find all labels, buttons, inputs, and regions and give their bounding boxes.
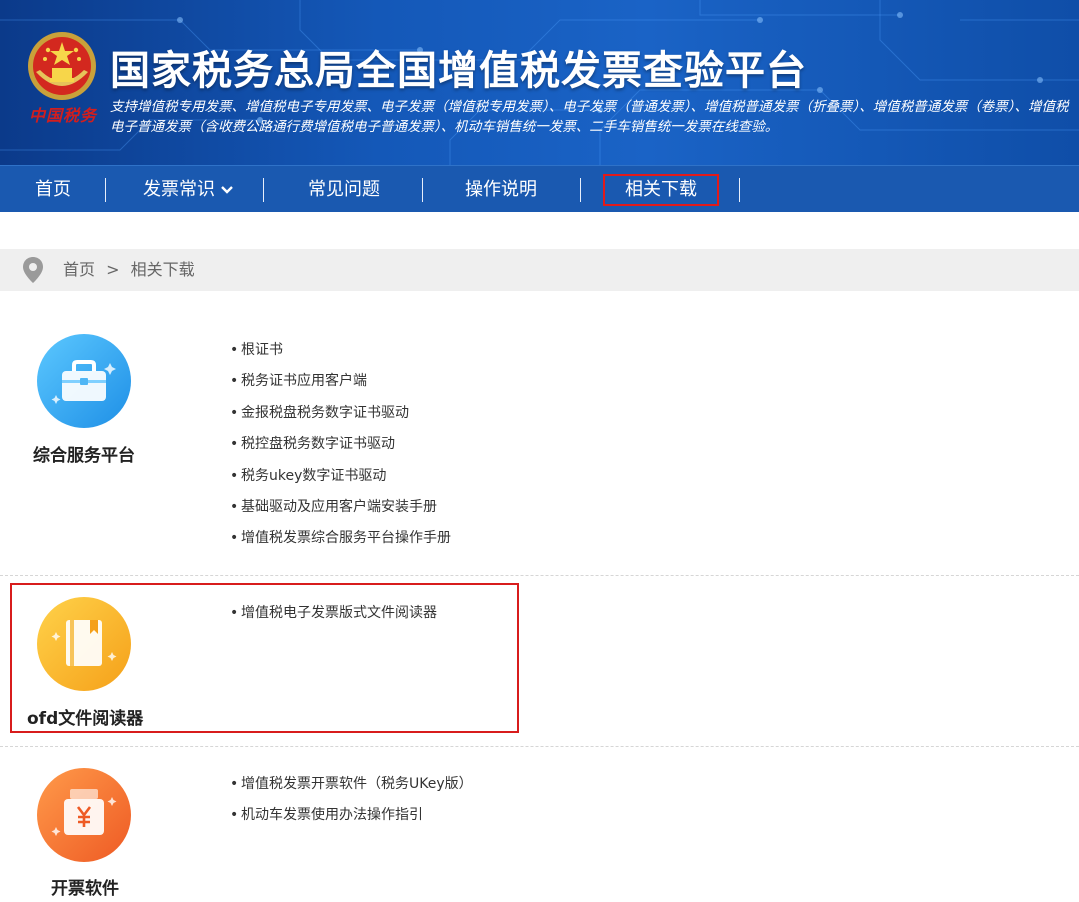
nav-item-home[interactable]: 首页 [24, 166, 82, 213]
download-link[interactable]: • 增值税发票综合服务平台操作手册 [230, 528, 451, 559]
chevron-down-icon [221, 167, 233, 214]
nav-item-label: 首页 [35, 179, 71, 200]
download-list: • 增值税发票开票软件（税务UKey版） • 机动车发票使用办法操作指引 [230, 774, 473, 837]
site-title: 国家税务总局全国增值税发票查验平台 [110, 48, 807, 94]
nav-separator [263, 178, 264, 202]
category-label: 综合服务平台 [33, 446, 135, 466]
tax-emblem-icon [28, 32, 96, 100]
nav-separator [105, 178, 106, 202]
download-link[interactable]: • 机动车发票使用办法操作指引 [230, 805, 473, 836]
download-link[interactable]: • 增值税发票开票软件（税务UKey版） [230, 774, 473, 805]
ofd-section-highlight [10, 583, 519, 733]
main-nav: 首页 发票常识 常见问题 操作说明 相关下载 [0, 165, 1079, 212]
location-pin-icon [23, 257, 43, 283]
category-label: 开票软件 [51, 879, 119, 899]
nav-separator [739, 178, 740, 202]
site-banner: 中国税务 国家税务总局全国增值税发票查验平台 支持增值税专用发票、增值税电子专用… [0, 0, 1079, 165]
nav-item-label: 常见问题 [308, 179, 380, 200]
download-link[interactable]: • 税务ukey数字证书驱动 [230, 466, 451, 497]
download-link[interactable]: • 金报税盘税务数字证书驱动 [230, 403, 451, 434]
nav-item-invoice-knowledge[interactable]: 发票常识 [130, 166, 246, 213]
download-link[interactable]: • 基础驱动及应用客户端安装手册 [230, 497, 451, 528]
download-link[interactable]: • 税务证书应用客户端 [230, 371, 451, 402]
briefcase-icon [36, 333, 132, 429]
download-list: • 根证书 • 税务证书应用客户端 • 金报税盘税务数字证书驱动 • 税控盘税务数字证书… [230, 340, 451, 560]
download-link[interactable]: • 税控盘税务数字证书驱动 [230, 434, 451, 465]
nav-active-highlight [603, 174, 719, 206]
nav-item-label: 发票常识 [143, 179, 215, 200]
emblem-caption: 中国税务 [28, 106, 97, 125]
nav-separator [422, 178, 423, 202]
nav-item-label: 操作说明 [465, 179, 537, 200]
breadcrumb-home-link[interactable]: 首页 [63, 260, 95, 279]
breadcrumb-trail: 首页 > 相关下载 [63, 249, 195, 291]
yuan-box-icon [36, 767, 132, 863]
section-divider [0, 746, 1079, 747]
nav-item-faq[interactable]: 常见问题 [290, 166, 398, 213]
breadcrumb-current: 相关下载 [130, 260, 195, 279]
breadcrumb: 首页 > 相关下载 [0, 249, 1079, 291]
section-divider [0, 575, 1079, 576]
nav-separator [580, 178, 581, 202]
download-link[interactable]: • 根证书 [230, 340, 451, 371]
breadcrumb-separator: > [106, 260, 120, 279]
site-subtitle: 支持增值税专用发票、增值税电子专用发票、电子发票（增值税专用发票）、电子发票（普… [110, 99, 1069, 135]
nav-item-instructions[interactable]: 操作说明 [447, 166, 555, 213]
